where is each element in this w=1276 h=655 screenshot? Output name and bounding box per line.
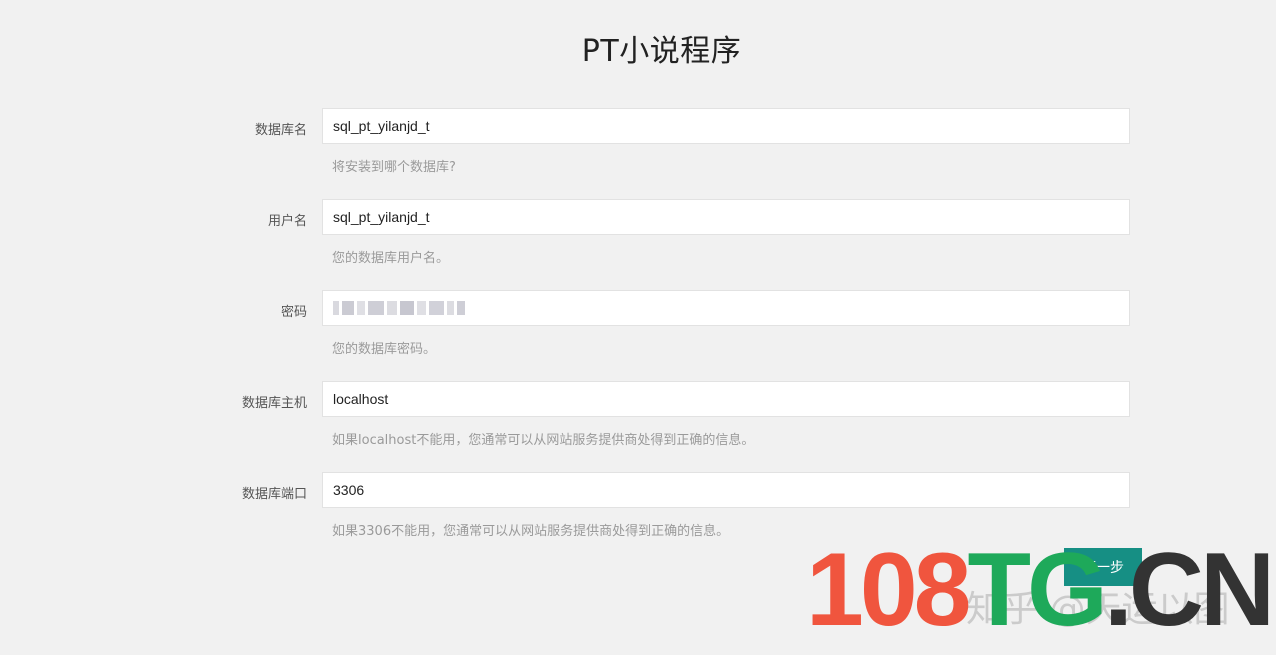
- db-name-help: 将安装到哪个数据库?: [332, 160, 456, 175]
- site-watermark-logo: 108TG.CN: [806, 538, 1275, 642]
- db-host-help: 如果localhost不能用，您通常可以从网站服务提供商处得到正确的信息。: [332, 433, 755, 448]
- db-host-label: 数据库主机: [241, 396, 307, 411]
- username-label: 用户名: [267, 214, 307, 229]
- password-help: 您的数据库密码。: [332, 342, 437, 357]
- username-input[interactable]: [322, 199, 1130, 235]
- db-host-input[interactable]: [322, 381, 1130, 417]
- db-port-help: 如果3306不能用，您通常可以从网站服务提供商处得到正确的信息。: [332, 524, 730, 539]
- db-name-label: 数据库名: [254, 123, 307, 138]
- page-title: PT小说程序: [581, 34, 742, 69]
- password-input[interactable]: [322, 290, 1130, 326]
- db-name-input[interactable]: [322, 108, 1130, 144]
- username-help: 您的数据库用户名。: [332, 251, 450, 266]
- db-port-label: 数据库端口: [241, 487, 307, 502]
- watermark-part-cn: .CN: [1103, 532, 1275, 648]
- watermark-part-108: 108: [806, 532, 972, 648]
- password-label: 密码: [280, 305, 307, 320]
- watermark-part-tg: TG: [967, 532, 1108, 648]
- db-port-input[interactable]: [322, 472, 1130, 508]
